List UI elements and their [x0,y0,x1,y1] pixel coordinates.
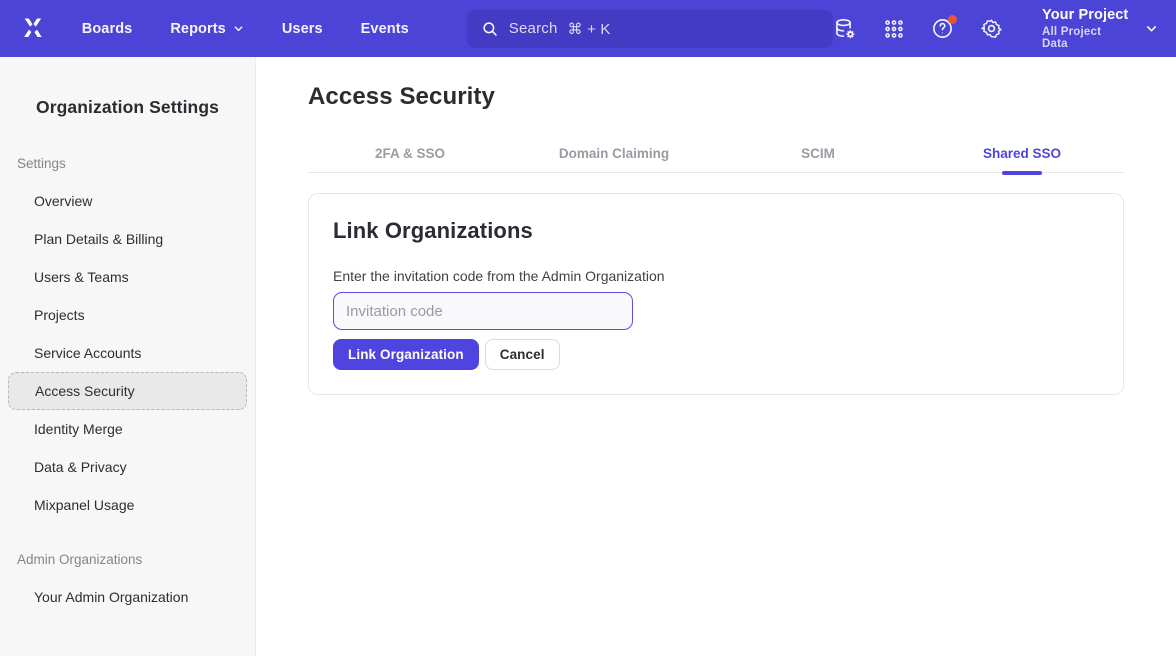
sidebar-section-admin-orgs: Admin Organizations [17,550,255,570]
nav-item-reports[interactable]: Reports [170,21,244,37]
project-name: Your Project [1042,7,1129,23]
topbar-actions: Your Project All Project Data [833,7,1158,50]
card-actions: Link Organization Cancel [333,339,1099,370]
mixpanel-logo[interactable]: X [14,10,52,48]
sidebar-item-access-security[interactable]: Access Security [8,372,247,410]
nav-item-events[interactable]: Events [361,21,409,37]
tab-shared-sso[interactable]: Shared SSO [920,135,1124,172]
nav-item-label: Reports [170,21,226,37]
tab-scim[interactable]: SCIM [716,135,920,172]
sidebar-item-your-admin-organization[interactable]: Your Admin Organization [0,578,255,616]
project-labels: Your Project All Project Data [1042,7,1129,50]
project-subtitle: All Project Data [1042,26,1129,50]
search-icon [481,20,499,38]
sidebar-settings-list: Overview Plan Details & Billing Users & … [0,182,255,524]
search-placeholder: Search ⌘ + K [509,20,611,38]
data-management-icon[interactable] [833,17,857,41]
notification-dot [948,15,957,24]
sidebar-admin-list: Your Admin Organization [0,578,255,616]
access-security-tabs: 2FA & SSO Domain Claiming SCIM Shared SS… [308,135,1124,173]
sidebar-item-plan-details-billing[interactable]: Plan Details & Billing [0,220,255,258]
nav-item-users[interactable]: Users [282,21,323,37]
invitation-code-label: Enter the invitation code from the Admin… [333,268,1099,284]
page-title: Access Security [308,83,1124,111]
help-icon[interactable] [931,17,955,41]
card-title: Link Organizations [333,218,1099,244]
primary-nav: Boards Reports Users Events [82,21,409,37]
sidebar-item-users-teams[interactable]: Users & Teams [0,258,255,296]
chevron-down-icon [1145,22,1158,35]
global-search-input[interactable]: Search ⌘ + K [467,10,833,48]
sidebar-item-projects[interactable]: Projects [0,296,255,334]
chevron-down-icon [233,23,244,34]
sidebar-item-data-privacy[interactable]: Data & Privacy [0,448,255,486]
nav-item-label: Boards [82,21,133,37]
tab-domain-claiming[interactable]: Domain Claiming [512,135,716,172]
main-content: Access Security 2FA & SSO Domain Claimin… [256,57,1176,656]
sidebar-item-overview[interactable]: Overview [0,182,255,220]
invitation-code-input[interactable] [333,292,633,330]
sidebar-item-service-accounts[interactable]: Service Accounts [0,334,255,372]
sidebar-item-identity-merge[interactable]: Identity Merge [0,410,255,448]
sidebar-section-settings: Settings [17,154,255,174]
project-switcher[interactable]: Your Project All Project Data [1042,7,1158,50]
nav-item-label: Users [282,21,323,37]
cancel-button[interactable]: Cancel [485,339,560,370]
tab-2fa-sso[interactable]: 2FA & SSO [308,135,512,172]
org-settings-sidebar: Organization Settings Settings Overview … [0,57,256,656]
topbar: X Boards Reports Users Events Search ⌘ +… [0,0,1176,57]
nav-item-boards[interactable]: Boards [82,21,133,37]
sidebar-item-mixpanel-usage[interactable]: Mixpanel Usage [0,486,255,524]
link-organizations-card: Link Organizations Enter the invitation … [308,193,1124,395]
settings-gear-icon[interactable] [979,17,1003,41]
sidebar-title: Organization Settings [0,97,255,118]
link-organization-button[interactable]: Link Organization [333,339,479,370]
apps-grid-icon[interactable] [882,17,906,41]
nav-item-label: Events [361,21,409,37]
